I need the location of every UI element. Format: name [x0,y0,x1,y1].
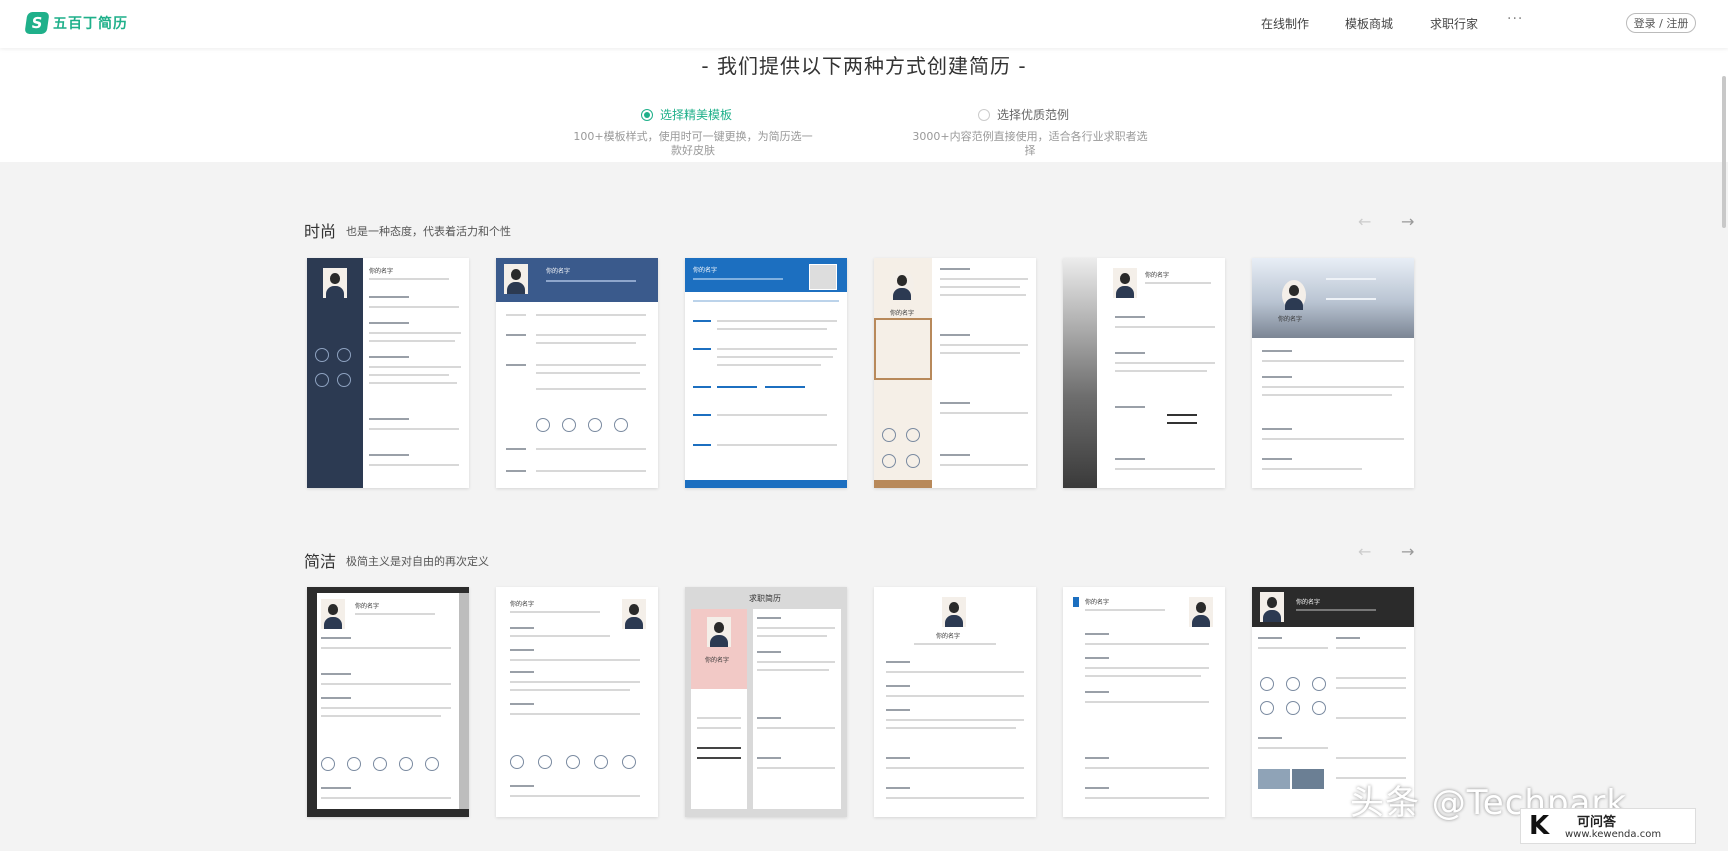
option-label: 选择精美模板 [660,108,733,122]
template-name: 你的名字 [705,657,730,664]
radio-selected-icon[interactable] [641,108,653,121]
nav-template-store[interactable]: 模板商城 [1345,15,1393,32]
template-card[interactable]: 你的名字 [1252,258,1414,488]
template-title: 求职简历 [749,594,781,603]
nav-job-experts[interactable]: 求职行家 [1430,15,1478,32]
template-card[interactable]: 你的名字 [496,258,658,488]
create-methods-panel: - 我们提供以下两种方式创建简历 - 选择精美模板 100+模板样式，使用时可一… [0,48,1728,162]
more-menu-icon[interactable]: ··· [1507,11,1523,27]
login-register-button[interactable]: 登录 / 注册 [1626,13,1696,33]
section-subtitle-simple: 极简主义是对自由的再次定义 [346,555,489,568]
template-name: 你的名字 [936,633,961,640]
template-name: 你的名字 [693,267,718,274]
template-card[interactable]: 你的名字 [307,587,469,817]
section-title-simple: 简洁 [304,552,337,571]
template-card[interactable]: 求职简历 你的名字 [685,587,847,817]
template-name: 你的名字 [546,268,571,275]
template-card[interactable]: 你的名字 [307,258,469,488]
template-name: 你的名字 [355,603,380,610]
section-title-fashion: 时尚 [304,222,337,241]
template-card[interactable]: 你的名字 [874,587,1036,817]
top-navbar: S 五百丁简历 在线制作 模板商城 求职行家 ··· 登录 / 注册 [0,0,1728,48]
template-card[interactable]: 你的名字 [496,587,658,817]
arrow-left-icon[interactable]: ← [1358,542,1371,561]
option-choose-template[interactable]: 选择精美模板 [641,106,732,123]
watermark-badge: K 可问答 www.kewenda.com [1520,808,1696,844]
template-name: 你的名字 [510,601,535,608]
option-description: 3000+内容范例直接使用，适合各行业求职者选择 [912,130,1148,157]
watermark-url: www.kewenda.com [1565,829,1662,840]
watermark-logo-icon: K [1529,811,1550,841]
template-card[interactable]: 你的名字 [1063,258,1225,488]
logo-icon: S [24,12,50,34]
template-name: 你的名字 [369,268,394,275]
template-name: 你的名字 [1145,272,1170,279]
logo-text: 五百丁简历 [53,16,128,32]
template-name: 你的名字 [1278,316,1303,323]
option-choose-example[interactable]: 选择优质范例 [978,106,1069,123]
page-scrollbar[interactable] [1722,76,1726,228]
template-name: 你的名字 [1296,599,1321,606]
template-card[interactable]: 你的名字 [874,258,1036,488]
radio-unselected-icon[interactable] [978,108,990,121]
option-label: 选择优质范例 [997,108,1070,122]
option-description: 100+模板样式，使用时可一键更换，为简历选一款好皮肤 [573,130,813,157]
template-card[interactable]: 你的名字 [1063,587,1225,817]
template-name: 你的名字 [890,310,915,317]
watermark-name: 可问答 [1577,815,1617,830]
nav-online-create[interactable]: 在线制作 [1261,15,1309,32]
template-card[interactable]: 你的名字 [685,258,847,488]
arrow-right-icon[interactable]: → [1401,542,1414,561]
site-logo[interactable]: S 五百丁简历 [24,12,128,34]
section-subtitle-fashion: 也是一种态度，代表着活力和个性 [346,225,511,238]
arrow-left-icon[interactable]: ← [1358,212,1371,231]
intro-title: - 我们提供以下两种方式创建简历 - [701,54,1027,78]
arrow-right-icon[interactable]: → [1401,212,1414,231]
template-name: 你的名字 [1085,599,1110,606]
